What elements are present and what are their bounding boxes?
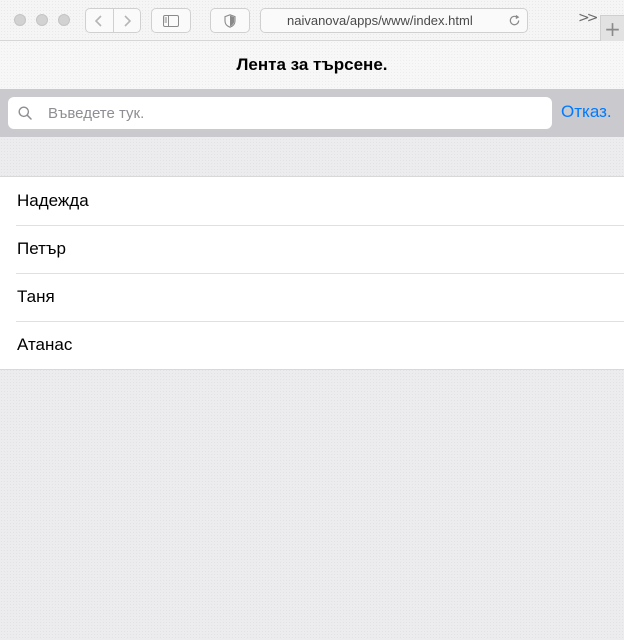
chevron-left-icon: [95, 14, 102, 27]
page-title: Лента за търсене.: [236, 55, 388, 74]
list-item-label: Таня: [17, 287, 55, 306]
address-bar[interactable]: naivanova/apps/www/index.html: [260, 8, 528, 33]
toolbar-overflow-button[interactable]: >>: [578, 10, 599, 26]
browser-toolbar: naivanova/apps/www/index.html >> +: [0, 0, 624, 41]
reload-icon[interactable]: [508, 14, 521, 27]
close-window-button[interactable]: [14, 14, 26, 26]
list-item[interactable]: Атанас: [0, 321, 624, 369]
chevron-right-icon: [124, 14, 131, 27]
search-field[interactable]: [8, 97, 552, 129]
search-bar: Отказ.: [0, 89, 624, 137]
cancel-button[interactable]: Отказ.: [561, 102, 612, 122]
history-nav: [85, 8, 141, 33]
privacy-report-button[interactable]: [210, 8, 250, 33]
forward-button[interactable]: [112, 9, 141, 32]
list-item-label: Атанас: [17, 335, 73, 354]
shield-icon: [224, 13, 236, 28]
back-button[interactable]: [86, 9, 113, 32]
app-navigation-bar: Лента за търсене.: [0, 41, 624, 89]
results-list: Надежда Петър Таня Атанас: [0, 176, 624, 370]
list-item-label: Надежда: [17, 191, 89, 210]
list-item[interactable]: Надежда: [0, 177, 624, 225]
zoom-window-button[interactable]: [58, 14, 70, 26]
sidebar-icon: [163, 14, 179, 27]
sidebar-toggle-button[interactable]: [151, 8, 191, 33]
list-item[interactable]: Таня: [0, 273, 624, 321]
new-tab-button[interactable]: +: [600, 15, 624, 41]
list-item-label: Петър: [17, 239, 66, 258]
url-text: naivanova/apps/www/index.html: [287, 13, 473, 28]
search-icon: [18, 106, 32, 120]
minimize-window-button[interactable]: [36, 14, 48, 26]
search-input[interactable]: [48, 97, 543, 129]
list-item[interactable]: Петър: [0, 225, 624, 273]
